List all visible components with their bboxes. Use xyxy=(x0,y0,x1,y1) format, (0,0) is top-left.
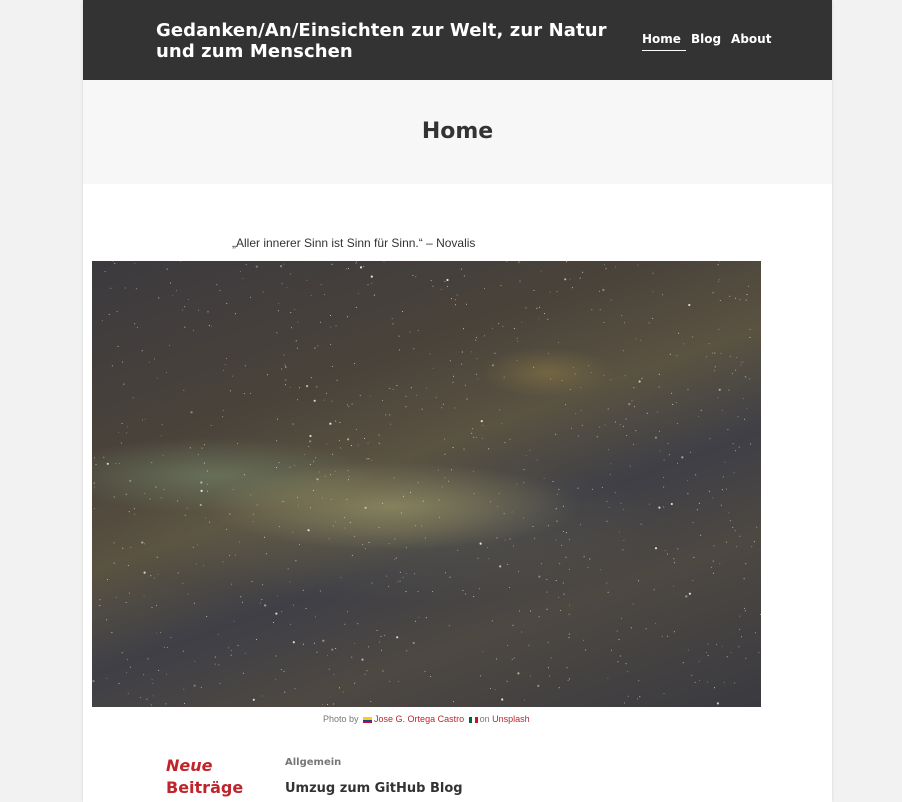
post-category-link[interactable]: Allgemein xyxy=(285,757,341,768)
site-title[interactable]: Gedanken/An/Einsichten zur Welt, zur Nat… xyxy=(156,20,626,62)
post-title-link[interactable]: Umzug zum GitHub Blog xyxy=(285,781,463,796)
unsplash-link[interactable]: Unsplash xyxy=(492,714,530,724)
mexico-flag-icon xyxy=(468,716,478,723)
site-header: Gedanken/An/Einsichten zur Welt, zur Nat… xyxy=(83,0,832,80)
quote-text: „Aller innerer Sinn ist Sinn für Sinn.“ … xyxy=(232,236,476,250)
photo-caption: Photo by Jose G. Ortega Castro on Unspla… xyxy=(323,714,530,725)
page-title-banner: Home xyxy=(83,80,832,184)
recent-posts-title: Neue Beiträge xyxy=(166,755,276,799)
main-nav: Home Blog About xyxy=(642,32,781,51)
page-title: Home xyxy=(421,119,494,144)
caption-prefix: Photo by xyxy=(323,714,359,724)
star-field xyxy=(92,261,761,706)
recent-posts-title-word2: Beiträge xyxy=(166,778,244,797)
milky-way-photo xyxy=(92,261,761,707)
author-link[interactable]: Jose G. Ortega Castro xyxy=(374,714,464,724)
colombia-flag-icon xyxy=(363,716,373,723)
page-container: Gedanken/An/Einsichten zur Welt, zur Nat… xyxy=(83,0,832,802)
caption-on: on xyxy=(479,714,490,724)
nav-item-about[interactable]: About xyxy=(731,32,776,51)
nav-item-blog[interactable]: Blog xyxy=(691,32,726,51)
nav-item-home[interactable]: Home xyxy=(642,32,686,51)
recent-posts-title-word1: Neue xyxy=(166,756,213,775)
